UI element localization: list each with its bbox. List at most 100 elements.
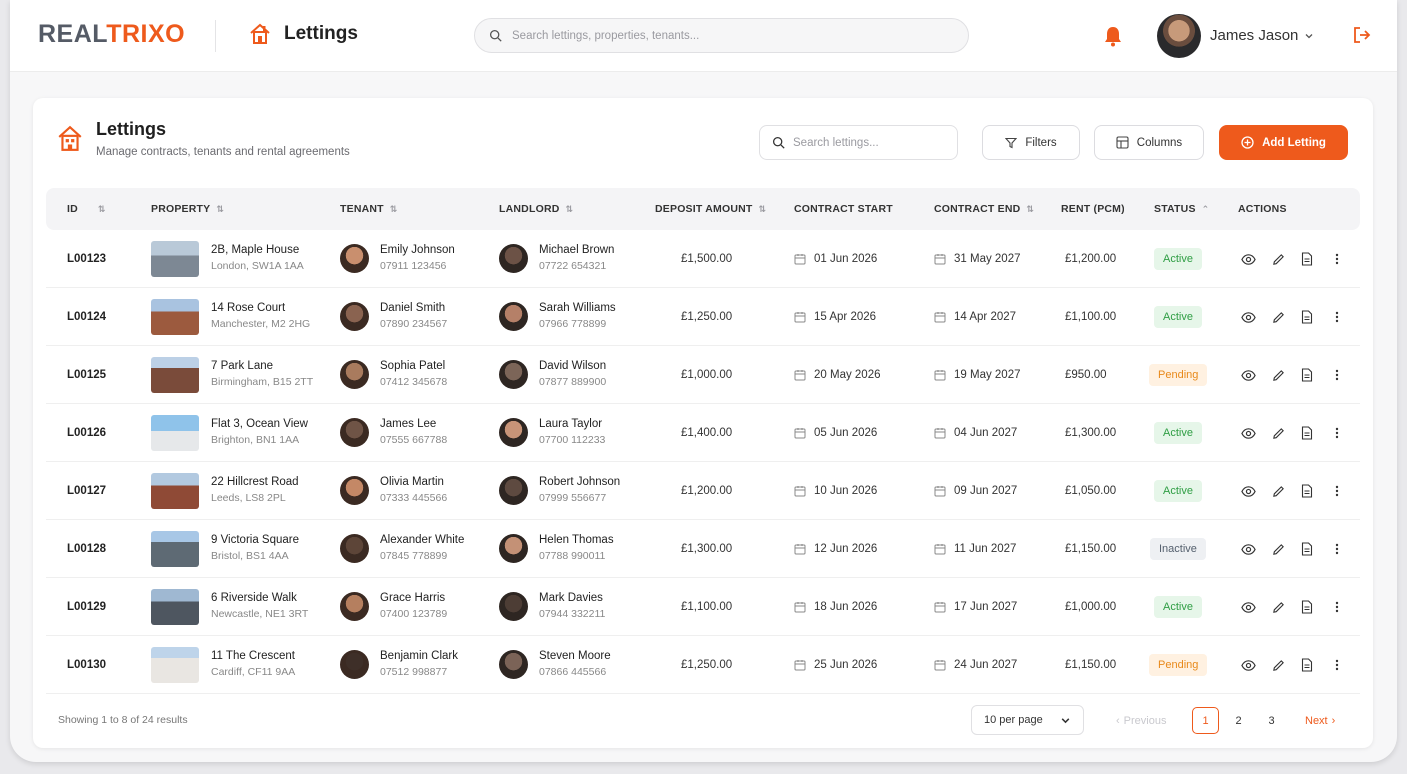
add-letting-button[interactable]: Add Letting [1219,125,1348,160]
table-row[interactable]: L00129 6 Riverside Walk Newcastle, NE1 3RT… [46,578,1360,636]
more-options-button[interactable] [1329,599,1345,615]
more-options-button[interactable] [1329,541,1345,557]
table-row[interactable]: L00124 14 Rose Court Manchester, M2 2HG Dan… [46,288,1360,346]
property-cell[interactable]: 2B, Maple House London, SW1A 1AA [211,244,304,272]
edit-button[interactable] [1270,309,1286,325]
table-row[interactable]: L00123 2B, Maple House London, SW1A 1AA Emi… [46,230,1360,288]
property-cell[interactable]: 11 The Crescent Cardiff, CF11 9AA [211,650,295,678]
tenant-cell[interactable]: Sophia Patel 07412 345678 [380,360,447,388]
edit-button[interactable] [1270,367,1286,383]
edit-button[interactable] [1270,541,1286,557]
contract-end: 09 Jun 2027 [934,485,1017,497]
column-header-contract-end[interactable]: CONTRACT END ⇅ [934,203,1034,215]
previous-page-button[interactable]: ‹ Previous [1116,707,1166,734]
tenant-cell[interactable]: Benjamin Clark 07512 998877 [380,650,458,678]
table-row[interactable]: L00130 11 The Crescent Cardiff, CF11 9AA Be… [46,636,1360,694]
logout-button[interactable] [1352,25,1372,50]
lettings-search-input[interactable] [793,136,956,149]
global-search-input[interactable] [512,29,934,42]
document-button[interactable] [1299,599,1315,615]
property-cell[interactable]: 7 Park Lane Birmingham, B15 2TT [211,360,313,388]
column-header-landlord[interactable]: LANDLORD ⇅ [499,203,573,215]
column-header-rent[interactable]: RENT (PCM) [1061,203,1124,215]
edit-button[interactable] [1270,657,1286,673]
tenant-name: Sophia Patel [380,360,446,372]
landlord-cell[interactable]: Helen Thomas 07788 990011 [539,534,614,562]
more-options-button[interactable] [1329,657,1345,673]
landlord-cell[interactable]: Mark Davies 07944 332211 [539,592,605,620]
edit-button[interactable] [1270,483,1286,499]
card-subtitle: Manage contracts, tenants and rental agr… [96,146,350,158]
column-header-deposit[interactable]: DEPOSIT AMOUNT ⇅ [655,203,766,215]
tenant-cell[interactable]: Grace Harris 07400 123789 [380,592,447,620]
tenant-cell[interactable]: Daniel Smith 07890 234567 [380,302,447,330]
page-title: Lettings [284,23,358,44]
brand-logo[interactable]: REALTRIXO [38,20,185,49]
landlord-cell[interactable]: Sarah Williams 07966 778899 [539,302,616,330]
tenant-cell[interactable]: Olivia Martin 07333 445566 [380,476,447,504]
document-button[interactable] [1299,251,1315,267]
more-options-button[interactable] [1329,483,1345,499]
document-button[interactable] [1299,657,1315,673]
table-row[interactable]: L00128 9 Victoria Square Bristol, BS1 4AA A… [46,520,1360,578]
tenant-cell[interactable]: Alexander White 07845 778899 [380,534,464,562]
landlord-cell[interactable]: Steven Moore 07866 445566 [539,650,611,678]
notifications-button[interactable] [1103,25,1123,52]
page-button-3[interactable]: 3 [1258,707,1285,734]
document-button[interactable] [1299,309,1315,325]
more-options-button[interactable] [1329,425,1345,441]
view-button[interactable] [1240,251,1256,267]
column-header-tenant[interactable]: TENANT ⇅ [340,203,398,215]
landlord-cell[interactable]: David Wilson 07877 889900 [539,360,606,388]
status-badge: Active [1154,306,1202,328]
table-row[interactable]: L00127 22 Hillcrest Road Leeds, LS8 2PL Oli… [46,462,1360,520]
document-button[interactable] [1299,367,1315,383]
property-cell[interactable]: 9 Victoria Square Bristol, BS1 4AA [211,534,299,562]
tenant-cell[interactable]: James Lee 07555 667788 [380,418,447,446]
landlord-cell[interactable]: Michael Brown 07722 654321 [539,244,614,272]
user-name: James Jason [1210,27,1299,44]
user-avatar[interactable] [1157,14,1201,58]
page-button-2[interactable]: 2 [1225,707,1252,734]
more-options-button[interactable] [1329,367,1345,383]
filters-button[interactable]: Filters [982,125,1080,160]
view-button[interactable] [1240,425,1256,441]
view-button[interactable] [1240,599,1256,615]
view-button[interactable] [1240,367,1256,383]
tenant-cell[interactable]: Emily Johnson 07911 123456 [380,244,455,272]
more-options-button[interactable] [1329,251,1345,267]
document-button[interactable] [1299,541,1315,557]
view-button[interactable] [1240,483,1256,499]
more-options-button[interactable] [1329,309,1345,325]
edit-button[interactable] [1270,425,1286,441]
landlord-cell[interactable]: Robert Johnson 07999 556677 [539,476,620,504]
edit-button[interactable] [1270,251,1286,267]
chevron-down-icon [1305,33,1313,38]
column-header-contract-start[interactable]: CONTRACT START [794,203,893,215]
column-header-status[interactable]: STATUS ⌃ [1154,203,1209,215]
property-cell[interactable]: 22 Hillcrest Road Leeds, LS8 2PL [211,476,299,504]
contract-start: 18 Jun 2026 [794,601,877,613]
next-page-button[interactable]: Next › [1305,707,1335,734]
view-button[interactable] [1240,541,1256,557]
view-button[interactable] [1240,657,1256,673]
view-button[interactable] [1240,309,1256,325]
per-page-select[interactable]: 10 per page [971,705,1084,735]
table-row[interactable]: L00126 Flat 3, Ocean View Brighton, BN1 1A… [46,404,1360,462]
column-header-property[interactable]: PROPERTY ⇅ [151,203,224,215]
user-menu[interactable]: James Jason [1210,27,1314,44]
column-header-id[interactable]: ID ⇅ [67,203,106,215]
document-button[interactable] [1299,483,1315,499]
document-button[interactable] [1299,425,1315,441]
page-button-1[interactable]: 1 [1192,707,1219,734]
columns-button[interactable]: Columns [1094,125,1204,160]
landlord-cell[interactable]: Laura Taylor 07700 112233 [539,418,605,446]
property-cell[interactable]: Flat 3, Ocean View Brighton, BN1 1AA [211,418,308,446]
lettings-search[interactable] [759,125,958,160]
table-row[interactable]: L00125 7 Park Lane Birmingham, B15 2TT Soph… [46,346,1360,404]
landlord-avatar [499,360,528,389]
edit-button[interactable] [1270,599,1286,615]
property-cell[interactable]: 6 Riverside Walk Newcastle, NE1 3RT [211,592,308,620]
property-cell[interactable]: 14 Rose Court Manchester, M2 2HG [211,302,310,330]
global-search[interactable] [474,18,969,53]
